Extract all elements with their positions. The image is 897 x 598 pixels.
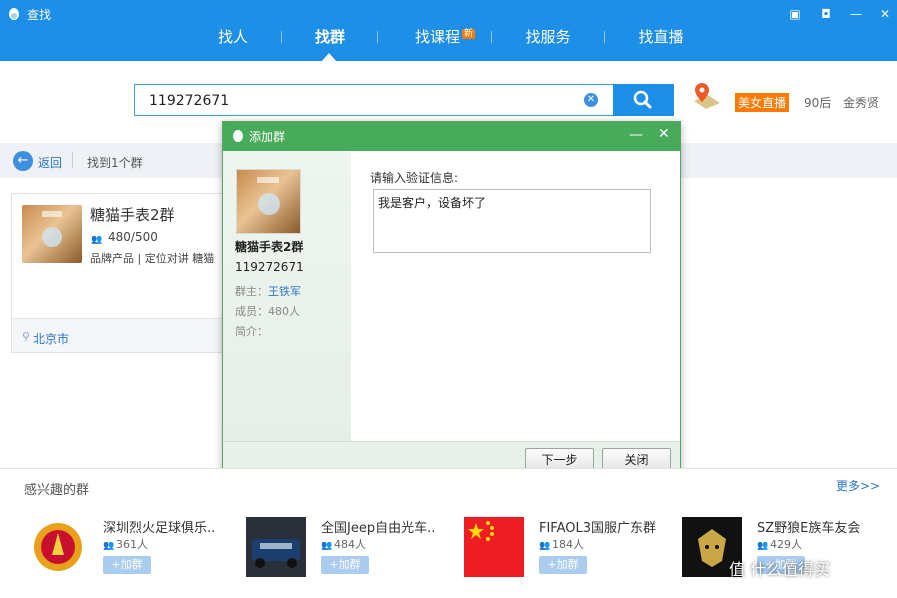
search-input[interactable] — [147, 90, 581, 112]
dialog-group-avatar — [236, 169, 301, 234]
location-icon: ⚲ — [22, 330, 31, 343]
tab-find-course[interactable]: 找课程新 — [406, 26, 484, 48]
location-pin-icon[interactable] — [692, 79, 722, 111]
dialog-group-intro: 简介： — [235, 325, 268, 338]
dialog-group-id: 119272671 — [235, 260, 304, 274]
group-members: 480/500 — [108, 230, 158, 244]
dialog-group-owner: 群主：王铁军 — [235, 285, 301, 298]
hot-tag-name[interactable]: 金秀贤 — [843, 94, 879, 111]
search-box[interactable] — [134, 84, 614, 116]
group-name[interactable]: FIFAOL3国服广东群 — [539, 517, 656, 536]
group-avatar[interactable] — [464, 517, 524, 577]
new-badge: 新 — [462, 29, 476, 39]
group-avatar[interactable] — [28, 517, 88, 577]
group-name[interactable]: 深圳烈火足球俱乐.. — [103, 517, 215, 536]
divider — [72, 152, 73, 168]
dialog-group-name: 糖猫手表2群 — [235, 240, 304, 254]
back-arrow-icon[interactable]: ← — [13, 151, 33, 171]
group-tags: 品牌产品 | 定位对讲 糖猫 — [90, 252, 215, 265]
group-count: 👥 184人 — [539, 538, 584, 551]
join-group-button[interactable]: +加群 — [539, 556, 587, 574]
qq-penguin-icon — [9, 8, 19, 20]
verify-box[interactable]: 我是客户，设备坏了 — [373, 189, 651, 253]
section-title: 感兴趣的群 — [24, 483, 90, 498]
nav-divider — [491, 31, 492, 43]
dialog-title: 添加群 — [249, 130, 286, 144]
dialog-minimize-icon[interactable]: — — [629, 127, 643, 143]
more-link[interactable]: 更多>> — [836, 477, 880, 494]
nav-divider — [377, 31, 378, 43]
group-name[interactable]: 全国Jeep自由光车.. — [321, 517, 435, 536]
tab-find-service[interactable]: 找服务 — [518, 26, 578, 48]
verify-label: 请输入验证信息: — [370, 171, 459, 185]
dialog-group-members: 成员：480人 — [235, 305, 300, 318]
verify-input[interactable]: 我是客户，设备坏了 — [376, 192, 648, 250]
lock-icon[interactable]: ◘ — [818, 6, 834, 22]
close-icon[interactable]: ✕ — [877, 6, 893, 22]
tab-find-group[interactable]: 找群 — [307, 26, 353, 48]
dialog-header — [223, 122, 680, 151]
members-icon: 👥 — [91, 235, 103, 245]
join-group-button[interactable]: +加群 — [103, 556, 151, 574]
nav-divider — [604, 31, 605, 43]
tab-find-people[interactable]: 找人 — [210, 26, 256, 48]
minimize-icon[interactable]: — — [848, 6, 864, 22]
group-avatar[interactable] — [22, 205, 82, 263]
feedback-icon[interactable]: ▣ — [787, 6, 803, 22]
group-count: 👥 484人 — [321, 538, 366, 551]
hot-tag-90s[interactable]: 90后 — [804, 94, 831, 111]
group-name[interactable]: 糖猫手表2群 — [90, 204, 175, 225]
group-count: 👥 361人 — [103, 538, 148, 551]
owner-link[interactable]: 王铁军 — [268, 285, 301, 298]
group-avatar[interactable] — [246, 517, 306, 577]
group-name[interactable]: SZ野狼E族车友会 — [757, 517, 860, 536]
join-group-button[interactable]: +加群 — [321, 556, 369, 574]
qq-penguin-icon — [233, 130, 243, 142]
search-icon — [633, 90, 652, 109]
active-tab-caret — [322, 53, 336, 61]
window-title: 查找 — [27, 8, 52, 22]
group-count: 👥 429人 — [757, 538, 802, 551]
nav-divider — [281, 31, 282, 43]
hot-tag-live[interactable]: 美女直播 — [735, 93, 790, 112]
dialog-close-icon[interactable]: ✕ — [658, 126, 670, 142]
result-count: 找到1个群 — [87, 156, 143, 170]
back-link[interactable]: 返回 — [38, 154, 62, 171]
group-location[interactable]: 北京市 — [33, 330, 69, 347]
watermark: 值 什么值得买 — [729, 560, 831, 579]
search-button[interactable] — [613, 84, 674, 116]
tab-find-live[interactable]: 找直播 — [631, 26, 691, 48]
clear-icon[interactable]: ✕ — [584, 93, 598, 107]
